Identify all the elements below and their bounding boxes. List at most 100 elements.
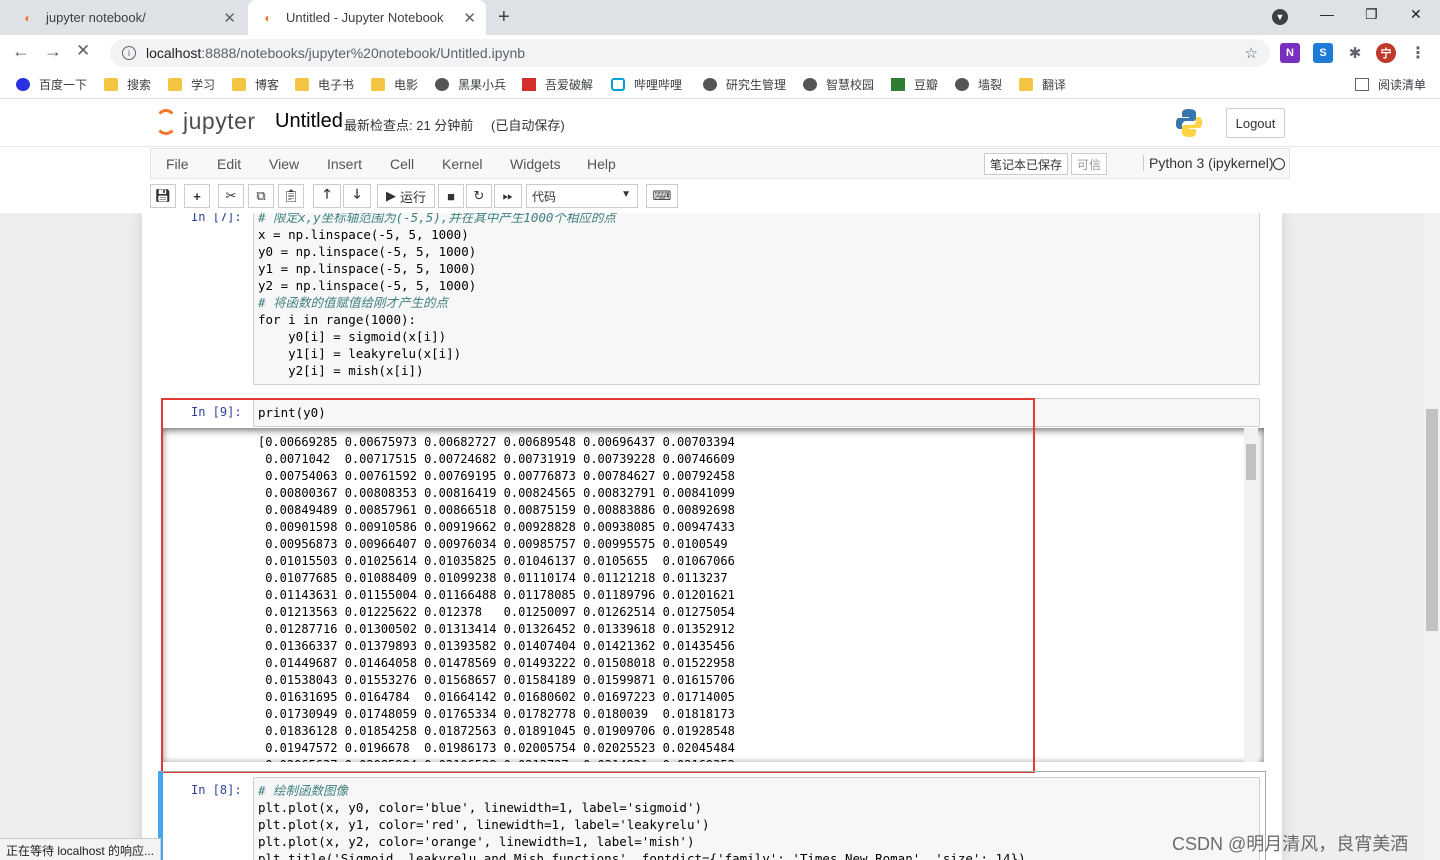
puzzle-extensions-icon[interactable]: ✱ — [1345, 43, 1365, 63]
move-down-icon[interactable]: 🡓 — [343, 184, 371, 208]
minimize-icon[interactable]: — — [1320, 6, 1334, 22]
browser-tab-inactive[interactable]: ◐ jupyter notebook/ ✕ — [8, 0, 246, 35]
code-line: plt.plot(x, y0, color='blue', linewidth=… — [258, 800, 703, 815]
bookmark-link[interactable]: 墙裂 — [955, 76, 1002, 93]
insert-cell-icon[interactable]: + — [184, 184, 210, 208]
menu-insert[interactable]: Insert — [327, 156, 362, 172]
tab-search-icon[interactable]: ▼ — [1272, 9, 1288, 25]
extension-icon[interactable]: S — [1313, 43, 1333, 63]
save-icon[interactable]: 💾︎ — [150, 184, 176, 208]
profile-avatar[interactable]: 宁 — [1376, 43, 1396, 63]
code-line: x = np.linspace(-5, 5, 1000) — [258, 227, 469, 242]
logout-button[interactable]: Logout — [1226, 108, 1285, 138]
more-menu-icon[interactable]: ⋮ — [1408, 43, 1428, 63]
code-line: for i in range(1000): — [258, 312, 417, 327]
output-scrollbar[interactable] — [1244, 428, 1258, 762]
menu-widgets[interactable]: Widgets — [510, 156, 561, 172]
interrupt-icon[interactable]: ■ — [438, 184, 464, 208]
notebook-name[interactable]: Untitled — [275, 110, 343, 133]
globe-icon — [955, 78, 969, 91]
code-lines: # 限定x,y坐标轴范围为(-5,5),并在其中产生1000个相应的点 x = n… — [258, 213, 616, 379]
folder-icon — [1019, 78, 1033, 91]
run-button[interactable]: ▶ 运行 — [377, 184, 435, 208]
close-window-icon[interactable]: ✕ — [1410, 6, 1422, 23]
cell-prompt: In [7]: — [191, 213, 242, 224]
copy-icon[interactable]: ⧉ — [248, 184, 274, 208]
restart-icon[interactable]: ↻ — [466, 184, 492, 208]
bookmark-folder[interactable]: 搜索 — [104, 76, 151, 93]
restart-run-all-icon[interactable]: ⏩︎ — [494, 184, 522, 208]
menu-kernel[interactable]: Kernel — [442, 156, 482, 172]
page-scrollbar-thumb[interactable] — [1426, 409, 1438, 631]
bookmark-folder[interactable]: 博客 — [232, 76, 279, 93]
notebook-toolbar: 💾︎ + ✂ ⧉ 📋︎ 🡑 🡓 ▶ 运行 ■ ↻ ⏩︎ 代码 ▼ ⌨ — [150, 181, 1290, 211]
stop-loading-icon[interactable]: ✕ — [76, 41, 90, 61]
bookmark-folder[interactable]: 电子书 — [295, 76, 354, 93]
bookmark-folder[interactable]: 翻译 — [1019, 76, 1066, 93]
globe-icon — [803, 78, 817, 91]
bookmark-link[interactable]: 研究生管理 — [703, 76, 786, 93]
tab-title: Untitled - Jupyter Notebook — [286, 10, 444, 25]
menu-cell[interactable]: Cell — [390, 156, 414, 172]
reading-list[interactable]: 阅读清单 — [1355, 76, 1426, 93]
output-scrollbar-thumb[interactable] — [1246, 444, 1256, 480]
onenote-extension-icon[interactable]: N — [1280, 43, 1300, 63]
new-tab-icon[interactable]: + — [498, 6, 510, 29]
restore-icon[interactable]: ❐ — [1365, 6, 1378, 23]
bookmark-bilibili[interactable]: 哔哩哔哩 — [611, 76, 682, 93]
paste-icon[interactable]: 📋︎ — [278, 184, 304, 208]
close-tab-icon[interactable]: ✕ — [223, 9, 236, 27]
code-cell-input[interactable]: # 绘制函数图像 plt.plot(x, y0, color='blue', li… — [253, 777, 1260, 860]
notebook-saved-badge: 笔记本已保存 — [984, 153, 1069, 175]
cell-type-select[interactable]: 代码 ▼ — [526, 184, 638, 208]
autosave-status: (已自动保存) — [491, 118, 565, 133]
address-bar[interactable]: i localhost:8888/notebooks/jupyter%20not… — [110, 39, 1270, 67]
menu-help[interactable]: Help — [587, 156, 616, 172]
trusted-badge[interactable]: 可信 — [1071, 153, 1108, 175]
folder-icon — [104, 78, 118, 91]
globe-icon — [703, 78, 717, 91]
cut-icon[interactable]: ✂ — [218, 184, 244, 208]
notebook-scroll-area[interactable]: In [7]: # 限定x,y坐标轴范围为(-5,5),并在其中产生1000个相… — [0, 213, 1424, 860]
bookmark-link[interactable]: 吾爱破解 — [522, 76, 593, 93]
code-line: plt.plot(x, y1, color='red', linewidth=1… — [258, 817, 710, 832]
bookmark-folder[interactable]: 电影 — [371, 76, 418, 93]
folder-icon — [295, 78, 309, 91]
bookmark-douban[interactable]: 豆瓣 — [891, 76, 938, 93]
bookmark-star-icon[interactable]: ☆ — [1245, 44, 1258, 62]
bookmark-baidu[interactable]: 百度一下 — [16, 76, 87, 93]
page-scrollbar[interactable] — [1424, 213, 1440, 860]
back-icon[interactable]: ← — [12, 41, 30, 62]
globe-icon — [435, 78, 449, 91]
menu-file[interactable]: File — [166, 156, 189, 172]
kernel-name: Python 3 (ipykernel) — [1143, 155, 1274, 171]
url-path: :8888/notebooks/jupyter%20notebook/Untit… — [201, 45, 526, 61]
jupyter-logo-icon — [155, 108, 177, 135]
move-up-icon[interactable]: 🡑 — [313, 184, 341, 208]
code-line: y0 = np.linspace(-5, 5, 1000) — [258, 244, 477, 259]
url-host: localhost — [146, 45, 202, 61]
bookmark-link[interactable]: 智慧校园 — [803, 76, 874, 93]
code-line: # 绘制函数图像 — [258, 783, 349, 798]
python-logo-icon — [1176, 109, 1202, 137]
notebook-menubar: File Edit View Insert Cell Kernel Widget… — [150, 148, 1290, 179]
bookmark-folder[interactable]: 学习 — [168, 76, 215, 93]
close-tab-icon[interactable]: ✕ — [463, 9, 476, 27]
browser-tab-active[interactable]: ◐ Untitled - Jupyter Notebook ✕ — [248, 0, 486, 35]
code-line: plt.plot(x, y2, color='orange', linewidt… — [258, 834, 695, 849]
reading-list-icon — [1355, 78, 1369, 91]
jupyter-logo[interactable]: jupyter — [155, 108, 256, 135]
notebook-container: In [7]: # 限定x,y坐标轴范围为(-5,5),并在其中产生1000个相… — [142, 213, 1282, 860]
site-icon — [522, 78, 536, 91]
forward-icon[interactable]: → — [44, 41, 62, 62]
tab-title: jupyter notebook/ — [46, 10, 146, 25]
bookmarks-bar: 百度一下 搜索 学习 博客 电子书 电影 黑果小兵 吾爱破解 哔哩哔哩 研究生管… — [0, 71, 1440, 99]
code-cell-input[interactable]: # 限定x,y坐标轴范围为(-5,5),并在其中产生1000个相应的点 x = n… — [253, 213, 1260, 385]
menu-edit[interactable]: Edit — [217, 156, 241, 172]
site-info-icon[interactable]: i — [122, 46, 136, 60]
code-line: y0[i] = sigmoid(x[i]) — [258, 329, 447, 344]
bookmark-link[interactable]: 黑果小兵 — [435, 76, 506, 93]
code-line: plt.title('Sigmoid, leakyrelu and Mish f… — [258, 851, 1026, 860]
command-palette-keyboard-icon[interactable]: ⌨ — [646, 184, 678, 208]
menu-view[interactable]: View — [269, 156, 299, 172]
